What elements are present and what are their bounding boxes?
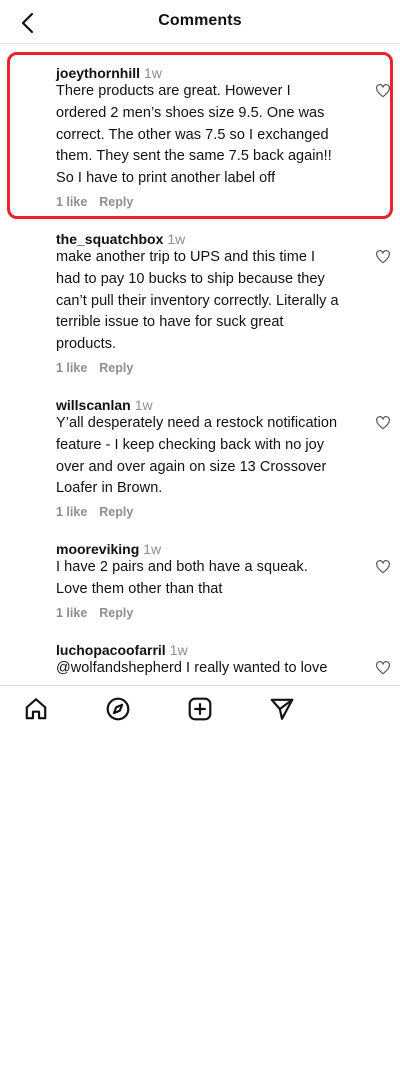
comment-username[interactable]: luchopacoofarril — [56, 642, 166, 658]
comment-header: joeythornhill 1w — [56, 65, 162, 81]
comment-username[interactable]: joeythornhill — [56, 65, 140, 81]
comment-username[interactable]: mooreviking — [56, 541, 139, 557]
comment-time: 1w — [143, 541, 162, 557]
heart-icon[interactable] — [375, 559, 391, 575]
new-post-plus-icon — [188, 697, 212, 721]
comments-screen: Comments joeythornhill 1w There products … — [0, 0, 400, 1080]
comment-time: 1w — [144, 65, 162, 81]
like-count[interactable]: 1 like — [56, 361, 87, 375]
reply-button[interactable]: Reply — [99, 606, 133, 620]
comment-time: 1w — [167, 231, 186, 247]
like-count[interactable]: 1 like — [56, 195, 87, 209]
like-count[interactable]: 1 like — [56, 505, 87, 519]
comment-time: 1w — [169, 642, 188, 658]
comment-text: make another trip to UPS and this time I… — [56, 249, 339, 353]
comment-header: luchopacoofarril 1w — [56, 642, 188, 658]
bottom-nav-bar — [0, 685, 400, 731]
send-paper-plane-icon — [270, 698, 294, 720]
comment-time: 1w — [134, 397, 153, 413]
reply-button[interactable]: Reply — [99, 361, 133, 375]
comment-header: the_squatchbox 1w — [56, 231, 185, 247]
comment-text: There products are great. However I orde… — [56, 83, 332, 187]
nav-messages-button[interactable] — [269, 696, 295, 722]
comment-item: mooreviking 1w I have 2 pairs and both ha… — [0, 541, 400, 623]
comment-text: Y’all desperately need a restock notific… — [56, 415, 338, 497]
nav-home-button[interactable] — [23, 696, 49, 722]
reply-button[interactable]: Reply — [99, 505, 133, 519]
comment-item: luchopacoofarril 1w @wolfandshepherd I re… — [0, 642, 400, 685]
comment-text: @wolfandshepherd I really wanted to love — [56, 660, 328, 676]
comment-text: I have 2 pairs and both have a squeak. L… — [56, 559, 308, 597]
comment-header: willscanlan 1w — [56, 397, 153, 413]
nav-create-button[interactable] — [187, 696, 213, 722]
heart-icon[interactable] — [375, 249, 391, 265]
comment-username[interactable]: willscanlan — [56, 397, 131, 413]
heart-icon[interactable] — [375, 415, 391, 431]
home-icon — [25, 698, 47, 720]
comment-header: mooreviking 1w — [56, 541, 161, 557]
comment-username[interactable]: the_squatchbox — [56, 231, 163, 247]
comments-list[interactable]: joeythornhill 1w There products are great… — [0, 45, 400, 685]
nav-explore-button[interactable] — [105, 696, 131, 722]
heart-icon[interactable] — [375, 660, 391, 676]
comment-actions: 1 like Reply — [56, 195, 133, 209]
comment-item: willscanlan 1w Y’all desperately need a r… — [0, 397, 400, 522]
comment-item: the_squatchbox 1w make another trip to UP… — [0, 231, 400, 381]
heart-icon[interactable] — [375, 83, 391, 99]
comment-item: joeythornhill 1w There products are great… — [0, 65, 400, 215]
comments-header: Comments — [0, 0, 400, 44]
comment-actions: 1 like Reply — [56, 505, 133, 519]
page-title: Comments — [158, 12, 242, 29]
comment-actions: 1 like Reply — [56, 361, 133, 375]
explore-compass-icon — [106, 697, 130, 721]
reply-button[interactable]: Reply — [99, 195, 133, 209]
like-count[interactable]: 1 like — [56, 606, 87, 620]
comment-actions: 1 like Reply — [56, 606, 133, 620]
